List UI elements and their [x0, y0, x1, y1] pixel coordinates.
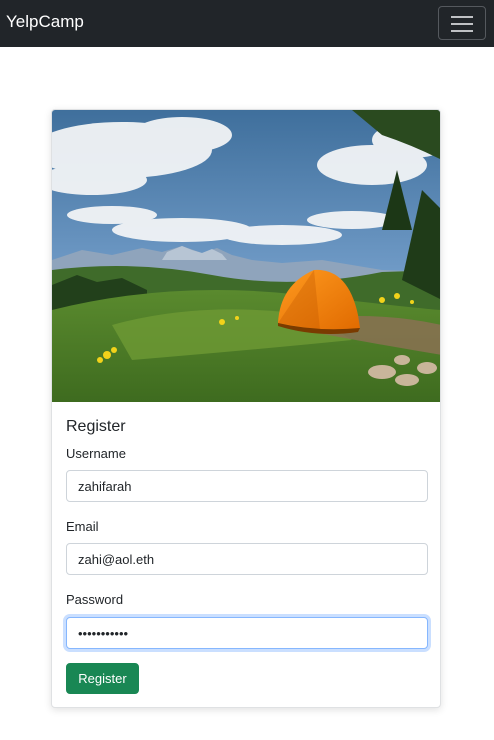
form-title: Register [66, 418, 126, 435]
password-label: Password [66, 592, 124, 607]
email-input[interactable] [66, 543, 428, 575]
email-label: Email [66, 519, 99, 534]
register-card: Register Username Email Password Registe… [51, 109, 441, 708]
navbar-toggler-button[interactable] [438, 6, 486, 40]
camping-photo [52, 110, 440, 402]
register-button[interactable]: Register [66, 663, 139, 694]
password-input[interactable] [66, 617, 428, 649]
brand-link[interactable]: YelpCamp [6, 12, 84, 32]
username-input[interactable] [66, 470, 428, 502]
username-label: Username [66, 446, 126, 461]
navbar: YelpCamp [0, 0, 494, 47]
